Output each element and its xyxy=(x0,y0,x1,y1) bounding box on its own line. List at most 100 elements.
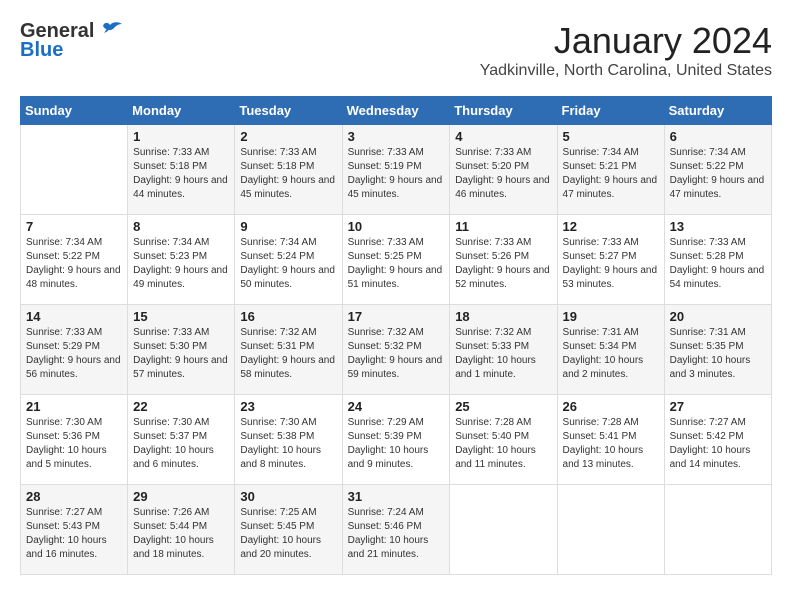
calendar-table: Sunday Monday Tuesday Wednesday Thursday… xyxy=(20,96,772,575)
day-info: Sunrise: 7:34 AM Sunset: 5:21 PM Dayligh… xyxy=(563,146,659,202)
header-wednesday: Wednesday xyxy=(342,97,450,125)
day-number: 15 xyxy=(133,309,229,324)
day-info: Sunrise: 7:33 AM Sunset: 5:29 PM Dayligh… xyxy=(26,326,122,382)
calendar-cell: 3 Sunrise: 7:33 AM Sunset: 5:19 PM Dayli… xyxy=(342,125,450,215)
calendar-cell: 6 Sunrise: 7:34 AM Sunset: 5:22 PM Dayli… xyxy=(664,125,771,215)
day-number: 27 xyxy=(670,399,766,414)
day-number: 28 xyxy=(26,489,122,504)
calendar-cell: 28 Sunrise: 7:27 AM Sunset: 5:43 PM Dayl… xyxy=(21,485,128,575)
day-info: Sunrise: 7:31 AM Sunset: 5:34 PM Dayligh… xyxy=(563,326,659,382)
day-info: Sunrise: 7:33 AM Sunset: 5:18 PM Dayligh… xyxy=(133,146,229,202)
day-number: 22 xyxy=(133,399,229,414)
day-number: 18 xyxy=(455,309,551,324)
calendar-cell: 19 Sunrise: 7:31 AM Sunset: 5:34 PM Dayl… xyxy=(557,305,664,395)
day-number: 13 xyxy=(670,219,766,234)
day-info: Sunrise: 7:33 AM Sunset: 5:30 PM Dayligh… xyxy=(133,326,229,382)
day-info: Sunrise: 7:30 AM Sunset: 5:37 PM Dayligh… xyxy=(133,416,229,472)
calendar-cell: 16 Sunrise: 7:32 AM Sunset: 5:31 PM Dayl… xyxy=(235,305,342,395)
day-number: 5 xyxy=(563,129,659,144)
calendar-cell: 17 Sunrise: 7:32 AM Sunset: 5:32 PM Dayl… xyxy=(342,305,450,395)
calendar-cell: 25 Sunrise: 7:28 AM Sunset: 5:40 PM Dayl… xyxy=(450,395,557,485)
day-number: 17 xyxy=(348,309,445,324)
month-title: January 2024 xyxy=(480,20,772,62)
title-block: January 2024 Yadkinville, North Carolina… xyxy=(480,20,772,80)
header-sunday: Sunday xyxy=(21,97,128,125)
day-number: 3 xyxy=(348,129,445,144)
day-number: 1 xyxy=(133,129,229,144)
calendar-cell: 9 Sunrise: 7:34 AM Sunset: 5:24 PM Dayli… xyxy=(235,215,342,305)
day-number: 25 xyxy=(455,399,551,414)
calendar-cell: 23 Sunrise: 7:30 AM Sunset: 5:38 PM Dayl… xyxy=(235,395,342,485)
calendar-cell: 31 Sunrise: 7:24 AM Sunset: 5:46 PM Dayl… xyxy=(342,485,450,575)
day-number: 23 xyxy=(240,399,336,414)
day-number: 2 xyxy=(240,129,336,144)
day-info: Sunrise: 7:32 AM Sunset: 5:33 PM Dayligh… xyxy=(455,326,551,382)
day-number: 20 xyxy=(670,309,766,324)
day-info: Sunrise: 7:28 AM Sunset: 5:40 PM Dayligh… xyxy=(455,416,551,472)
day-info: Sunrise: 7:24 AM Sunset: 5:46 PM Dayligh… xyxy=(348,506,445,562)
day-number: 11 xyxy=(455,219,551,234)
calendar-cell: 18 Sunrise: 7:32 AM Sunset: 5:33 PM Dayl… xyxy=(450,305,557,395)
calendar-cell xyxy=(557,485,664,575)
day-number: 16 xyxy=(240,309,336,324)
day-info: Sunrise: 7:31 AM Sunset: 5:35 PM Dayligh… xyxy=(670,326,766,382)
header-monday: Monday xyxy=(128,97,235,125)
calendar-cell xyxy=(450,485,557,575)
day-number: 24 xyxy=(348,399,445,414)
day-number: 26 xyxy=(563,399,659,414)
header-saturday: Saturday xyxy=(664,97,771,125)
calendar-cell: 30 Sunrise: 7:25 AM Sunset: 5:45 PM Dayl… xyxy=(235,485,342,575)
day-number: 6 xyxy=(670,129,766,144)
day-info: Sunrise: 7:30 AM Sunset: 5:38 PM Dayligh… xyxy=(240,416,336,472)
calendar-cell xyxy=(664,485,771,575)
day-info: Sunrise: 7:30 AM Sunset: 5:36 PM Dayligh… xyxy=(26,416,122,472)
day-info: Sunrise: 7:25 AM Sunset: 5:45 PM Dayligh… xyxy=(240,506,336,562)
day-info: Sunrise: 7:32 AM Sunset: 5:32 PM Dayligh… xyxy=(348,326,445,382)
page-header: General Blue January 2024 Yadkinville, N… xyxy=(20,20,772,80)
day-info: Sunrise: 7:34 AM Sunset: 5:24 PM Dayligh… xyxy=(240,236,336,292)
day-number: 9 xyxy=(240,219,336,234)
day-info: Sunrise: 7:27 AM Sunset: 5:43 PM Dayligh… xyxy=(26,506,122,562)
day-number: 4 xyxy=(455,129,551,144)
day-info: Sunrise: 7:34 AM Sunset: 5:22 PM Dayligh… xyxy=(26,236,122,292)
logo-bird-icon xyxy=(96,21,124,43)
logo-blue-text: Blue xyxy=(20,39,63,62)
day-info: Sunrise: 7:26 AM Sunset: 5:44 PM Dayligh… xyxy=(133,506,229,562)
calendar-header-row: Sunday Monday Tuesday Wednesday Thursday… xyxy=(21,97,772,125)
calendar-cell: 8 Sunrise: 7:34 AM Sunset: 5:23 PM Dayli… xyxy=(128,215,235,305)
day-number: 29 xyxy=(133,489,229,504)
day-info: Sunrise: 7:33 AM Sunset: 5:18 PM Dayligh… xyxy=(240,146,336,202)
calendar-cell: 10 Sunrise: 7:33 AM Sunset: 5:25 PM Dayl… xyxy=(342,215,450,305)
calendar-cell: 15 Sunrise: 7:33 AM Sunset: 5:30 PM Dayl… xyxy=(128,305,235,395)
day-number: 10 xyxy=(348,219,445,234)
calendar-cell: 11 Sunrise: 7:33 AM Sunset: 5:26 PM Dayl… xyxy=(450,215,557,305)
calendar-cell: 27 Sunrise: 7:27 AM Sunset: 5:42 PM Dayl… xyxy=(664,395,771,485)
calendar-cell: 1 Sunrise: 7:33 AM Sunset: 5:18 PM Dayli… xyxy=(128,125,235,215)
day-info: Sunrise: 7:29 AM Sunset: 5:39 PM Dayligh… xyxy=(348,416,445,472)
day-number: 31 xyxy=(348,489,445,504)
day-info: Sunrise: 7:34 AM Sunset: 5:23 PM Dayligh… xyxy=(133,236,229,292)
calendar-cell: 14 Sunrise: 7:33 AM Sunset: 5:29 PM Dayl… xyxy=(21,305,128,395)
day-info: Sunrise: 7:33 AM Sunset: 5:27 PM Dayligh… xyxy=(563,236,659,292)
day-number: 30 xyxy=(240,489,336,504)
day-info: Sunrise: 7:32 AM Sunset: 5:31 PM Dayligh… xyxy=(240,326,336,382)
day-info: Sunrise: 7:33 AM Sunset: 5:25 PM Dayligh… xyxy=(348,236,445,292)
location-text: Yadkinville, North Carolina, United Stat… xyxy=(480,62,772,80)
calendar-cell: 2 Sunrise: 7:33 AM Sunset: 5:18 PM Dayli… xyxy=(235,125,342,215)
calendar-cell: 26 Sunrise: 7:28 AM Sunset: 5:41 PM Dayl… xyxy=(557,395,664,485)
calendar-cell: 12 Sunrise: 7:33 AM Sunset: 5:27 PM Dayl… xyxy=(557,215,664,305)
day-info: Sunrise: 7:34 AM Sunset: 5:22 PM Dayligh… xyxy=(670,146,766,202)
day-info: Sunrise: 7:33 AM Sunset: 5:20 PM Dayligh… xyxy=(455,146,551,202)
day-number: 12 xyxy=(563,219,659,234)
header-thursday: Thursday xyxy=(450,97,557,125)
day-info: Sunrise: 7:28 AM Sunset: 5:41 PM Dayligh… xyxy=(563,416,659,472)
calendar-cell: 13 Sunrise: 7:33 AM Sunset: 5:28 PM Dayl… xyxy=(664,215,771,305)
day-number: 7 xyxy=(26,219,122,234)
day-number: 19 xyxy=(563,309,659,324)
day-info: Sunrise: 7:27 AM Sunset: 5:42 PM Dayligh… xyxy=(670,416,766,472)
day-number: 14 xyxy=(26,309,122,324)
calendar-cell xyxy=(21,125,128,215)
calendar-cell: 4 Sunrise: 7:33 AM Sunset: 5:20 PM Dayli… xyxy=(450,125,557,215)
calendar-cell: 20 Sunrise: 7:31 AM Sunset: 5:35 PM Dayl… xyxy=(664,305,771,395)
calendar-cell: 22 Sunrise: 7:30 AM Sunset: 5:37 PM Dayl… xyxy=(128,395,235,485)
